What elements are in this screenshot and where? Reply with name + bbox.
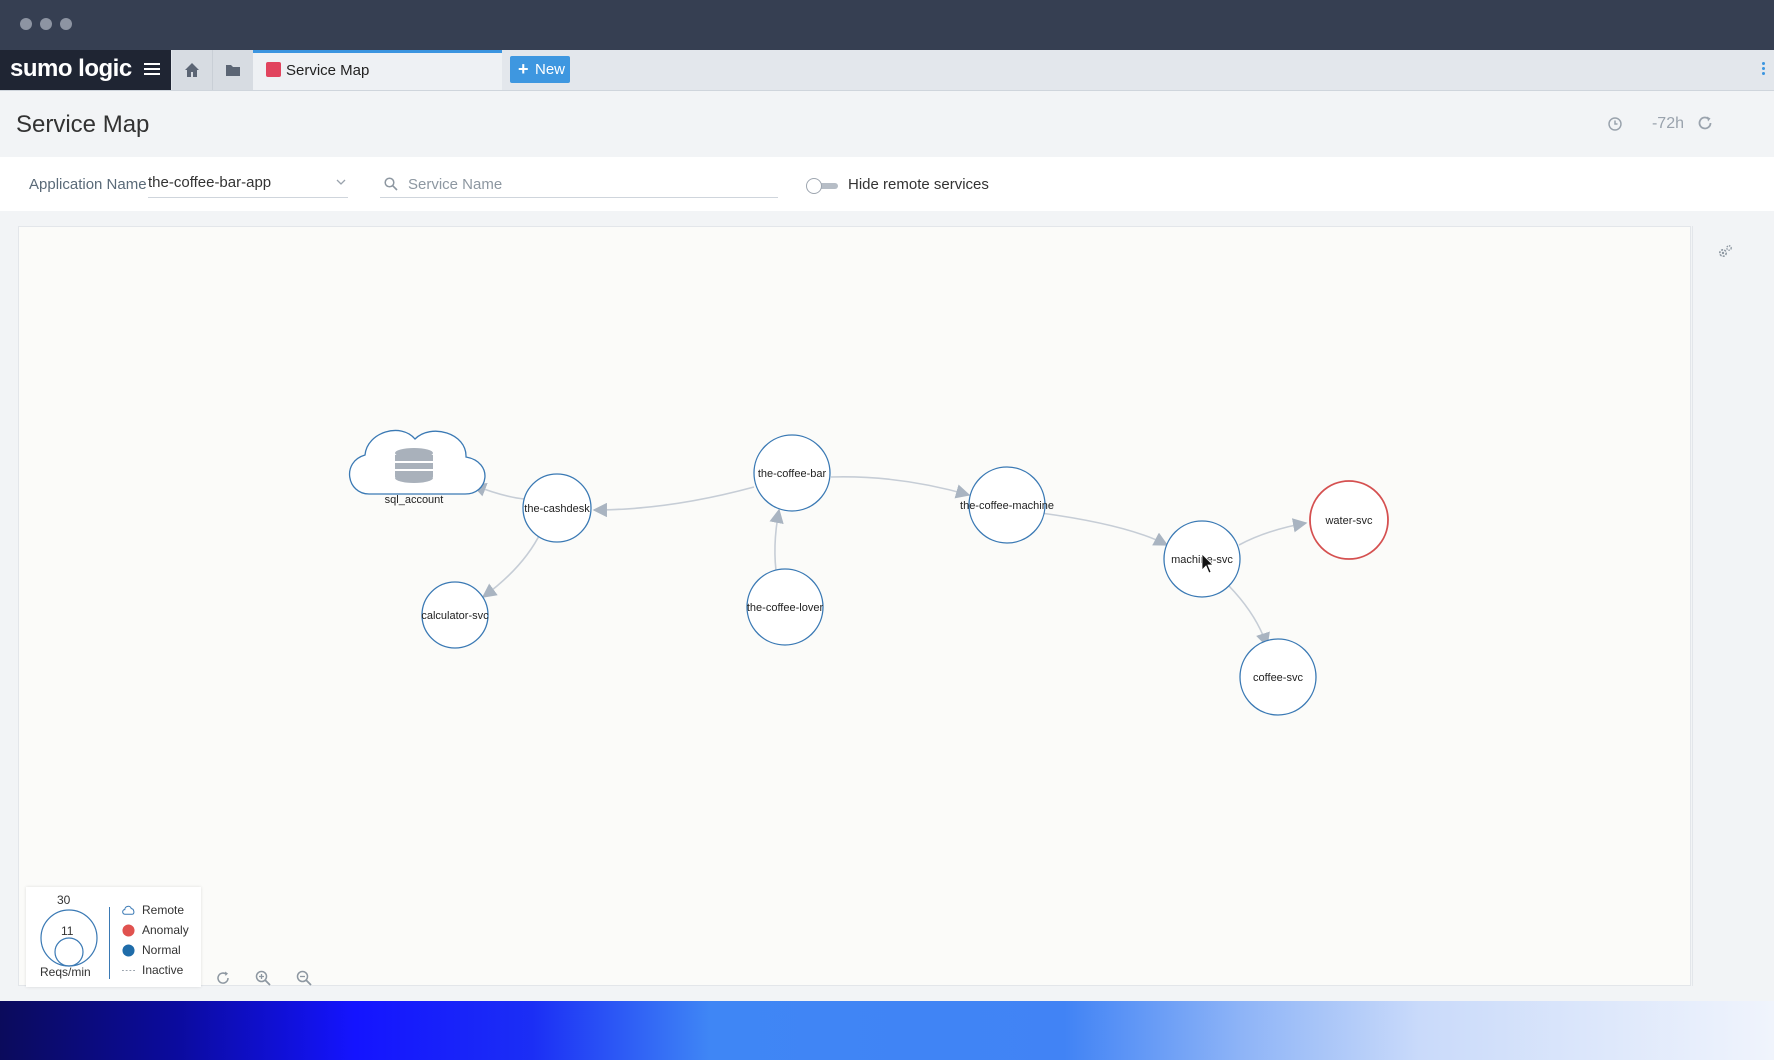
- new-button-label: New: [535, 61, 566, 78]
- map-workspace: sql_account the-cashdesk calculator-svc …: [0, 211, 1774, 1001]
- node-the-coffee-bar[interactable]: the-coffee-bar: [753, 434, 831, 512]
- node-label: the-coffee-machine: [960, 500, 1054, 512]
- folder-icon: [226, 65, 240, 76]
- legend-remote-label: Remote: [142, 903, 185, 917]
- time-range-selector[interactable]: -72h: [1652, 115, 1684, 133]
- zoom-out-icon[interactable]: [296, 970, 312, 986]
- home-button[interactable]: [172, 50, 213, 90]
- node-coffee-svc[interactable]: coffee-svc: [1239, 638, 1317, 716]
- application-name-label: Application Name: [29, 176, 147, 193]
- zoom-in-icon[interactable]: [255, 970, 272, 986]
- settings-gear-icon[interactable]: [1717, 244, 1733, 260]
- cloud-icon: [122, 905, 135, 915]
- reset-view-icon[interactable]: [215, 970, 231, 986]
- edge-coffee-bar-to-cashdesk: [592, 486, 755, 518]
- tab-service-map[interactable]: Service Map: [253, 50, 502, 90]
- legend-size-max: 30: [57, 893, 71, 907]
- edge-coffee-bar-to-coffee-machine: [830, 476, 971, 499]
- node-label: sql_account: [385, 494, 444, 506]
- window-titlebar: [0, 0, 1774, 50]
- window-close-dot[interactable]: [20, 18, 32, 30]
- map-zoom-tools: [215, 970, 332, 991]
- node-machine-svc[interactable]: machine-svc: [1163, 520, 1241, 598]
- edge-cashdesk-to-calculator: [481, 531, 542, 598]
- page-header: Service Map -72h: [0, 91, 1774, 157]
- legend-size-unit: Reqs/min: [40, 965, 91, 979]
- desktop-background-strip: [0, 1001, 1774, 1060]
- node-label: water-svc: [1324, 515, 1373, 527]
- window-minimize-dot[interactable]: [40, 18, 52, 30]
- inactive-dash-icon: [122, 969, 135, 972]
- edge-machine-svc-to-coffee-svc: [1228, 585, 1270, 648]
- node-sql-account[interactable]: sql_account: [348, 429, 486, 506]
- clock-icon: [1608, 117, 1622, 131]
- map-legend: 30 11 Reqs/min Remote Anomaly Normal Ina…: [26, 887, 201, 987]
- legend-normal-label: Normal: [142, 943, 181, 957]
- chevron-down-icon: [336, 179, 346, 185]
- application-name-value: the-coffee-bar-app: [148, 174, 272, 191]
- node-label: the-cashdesk: [524, 503, 590, 515]
- node-the-cashdesk[interactable]: the-cashdesk: [522, 473, 592, 543]
- service-map-icon: [266, 62, 281, 77]
- anomaly-dot-icon: [122, 924, 135, 937]
- legend-anomaly-label: Anomaly: [142, 923, 189, 937]
- node-the-coffee-lover[interactable]: the-coffee-lover: [746, 568, 824, 646]
- right-side-panel: [1692, 226, 1755, 986]
- refresh-icon[interactable]: [1696, 114, 1714, 132]
- edge-machine-svc-to-water-svc: [1238, 518, 1308, 546]
- hide-remote-toggle[interactable]: [806, 178, 840, 194]
- more-options-icon[interactable]: [1762, 62, 1766, 77]
- service-map-canvas[interactable]: sql_account the-cashdesk calculator-svc …: [18, 226, 1691, 987]
- edge-coffee-lover-to-coffee-bar: [769, 508, 784, 579]
- size-legend-icon: [40, 909, 98, 967]
- legend-divider: [109, 907, 110, 979]
- node-label: coffee-svc: [1253, 672, 1303, 684]
- tab-label: Service Map: [286, 62, 370, 79]
- toggle-knob: [806, 178, 822, 194]
- app-toolbar: sumo logic Service Map + New: [0, 50, 1774, 91]
- plus-icon: +: [518, 59, 529, 79]
- node-label: calculator-svc: [421, 610, 489, 622]
- hamburger-menu-icon[interactable]: [144, 60, 160, 80]
- service-search: [380, 171, 778, 198]
- window-maximize-dot[interactable]: [60, 18, 72, 30]
- library-button[interactable]: [213, 50, 254, 90]
- legend-inactive-label: Inactive: [142, 963, 184, 977]
- application-name-select[interactable]: the-coffee-bar-app: [148, 171, 348, 198]
- node-label: the-coffee-lover: [747, 602, 824, 614]
- node-calculator-svc[interactable]: calculator-svc: [421, 581, 489, 649]
- database-icon: [395, 448, 433, 483]
- page-title: Service Map: [16, 111, 150, 138]
- new-button[interactable]: + New: [510, 56, 570, 83]
- logo: sumo logic: [0, 50, 171, 90]
- node-water-svc[interactable]: water-svc: [1309, 480, 1389, 560]
- normal-dot-icon: [122, 944, 135, 957]
- logo-text: sumo logic: [10, 55, 132, 82]
- node-the-coffee-machine[interactable]: the-coffee-machine: [960, 466, 1054, 544]
- service-name-input[interactable]: [406, 173, 770, 195]
- hide-remote-label: Hide remote services: [848, 176, 989, 193]
- home-icon: [185, 63, 199, 77]
- legend-size-mid: 11: [61, 924, 74, 938]
- edge-coffee-machine-to-machine-svc: [1040, 512, 1169, 546]
- search-icon: [384, 177, 398, 191]
- filter-bar: Application Name the-coffee-bar-app Hide…: [0, 157, 1774, 211]
- service-graph: sql_account the-cashdesk calculator-svc …: [348, 429, 1389, 716]
- node-label: the-coffee-bar: [758, 468, 827, 480]
